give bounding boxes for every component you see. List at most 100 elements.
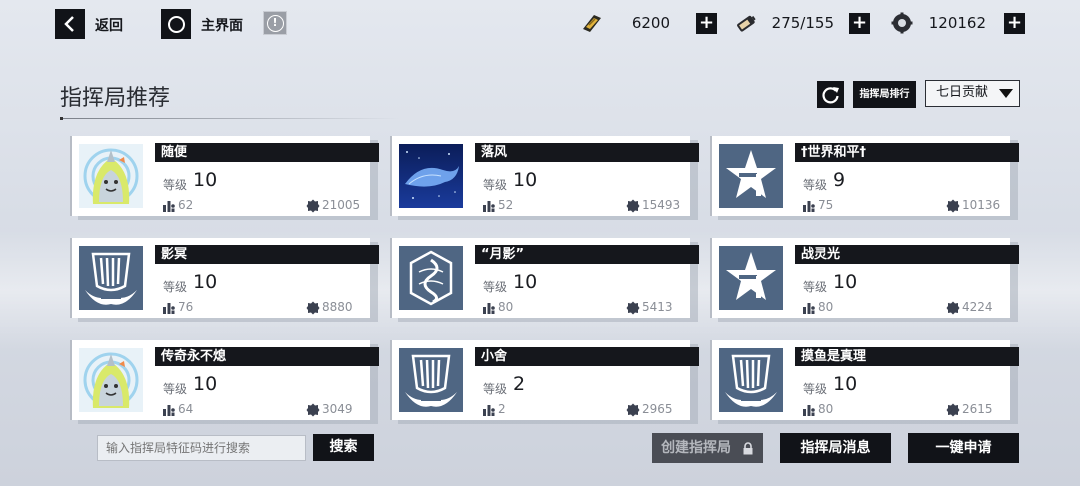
top-bar: 返回 主界面 ! 6200 + 275/155 + 120162 + <box>0 0 1080 50</box>
command-avatar <box>79 144 143 208</box>
parts-value: 120162 <box>928 14 986 32</box>
level-label: 等级 <box>803 178 828 192</box>
command-messages-button[interactable]: 指挥局消息 <box>780 433 891 463</box>
contribution-gear-icon <box>306 198 320 213</box>
create-command-button[interactable]: 创建指挥局 <box>652 433 763 463</box>
command-name: 战灵光 <box>795 245 1019 264</box>
member-count: 80 <box>818 402 834 416</box>
contribution-gear-icon <box>946 198 960 213</box>
command-card[interactable]: 落风 等级 10 52 15493 <box>390 136 699 220</box>
contribution-value: 10136 <box>962 198 1001 212</box>
command-card[interactable]: 影冥 等级 10 76 8880 <box>70 238 379 322</box>
search-button[interactable]: 搜索 <box>313 434 374 461</box>
level-value: 10 <box>513 169 538 191</box>
command-card[interactable]: 传奇永不熄 等级 10 64 3049 <box>70 340 379 424</box>
members-icon <box>162 402 176 416</box>
back-button[interactable] <box>55 9 85 39</box>
command-card[interactable]: “月影” 等级 10 80 5413 <box>390 238 699 322</box>
member-count: 52 <box>498 198 514 212</box>
command-name: 摸鱼是真理 <box>795 347 1019 366</box>
card-body: 摸鱼是真理 等级 10 80 2615 <box>710 340 1019 420</box>
members-icon <box>162 300 176 314</box>
contribution-value: 21005 <box>322 198 361 212</box>
command-avatar <box>719 246 783 310</box>
members-icon <box>482 402 496 416</box>
title-dot <box>60 117 63 120</box>
contribution-value: 15493 <box>642 198 681 212</box>
member-count: 80 <box>818 300 834 314</box>
level-label: 等级 <box>483 382 508 396</box>
command-name: 小舍 <box>475 347 699 366</box>
contribution-value: 8880 <box>322 300 353 314</box>
level-value: 10 <box>193 271 218 293</box>
command-name: †世界和平† <box>795 143 1019 162</box>
sort-selected-label: 七日贡献 <box>936 85 989 100</box>
command-card[interactable]: 摸鱼是真理 等级 10 80 2615 <box>710 340 1019 424</box>
command-avatar <box>79 246 143 310</box>
contribution-gear-icon <box>946 402 960 417</box>
chevron-left-icon <box>64 16 74 32</box>
card-body: 落风 等级 10 52 15493 <box>390 136 699 216</box>
caret-down-icon <box>999 89 1013 98</box>
card-body: 战灵光 等级 10 80 4224 <box>710 238 1019 318</box>
command-card[interactable]: 随便 等级 10 62 21005 <box>70 136 379 220</box>
sort-dropdown[interactable]: 七日贡献 <box>925 80 1020 107</box>
command-card[interactable]: †世界和平† 等级 9 75 10136 <box>710 136 1019 220</box>
search-input[interactable] <box>97 435 306 461</box>
level-label: 等级 <box>803 382 828 396</box>
command-avatar <box>719 348 783 412</box>
level-value: 10 <box>193 373 218 395</box>
add-parts-button[interactable]: + <box>1004 13 1025 34</box>
command-name: 落风 <box>475 143 699 162</box>
members-icon <box>162 198 176 212</box>
back-label[interactable]: 返回 <box>95 15 123 35</box>
refresh-button[interactable] <box>817 81 844 108</box>
command-avatar <box>399 348 463 412</box>
level-value: 9 <box>833 169 846 191</box>
members-icon <box>482 198 496 212</box>
contribution-value: 2965 <box>642 402 673 416</box>
battery-value: 275/155 <box>771 14 834 32</box>
card-body: 影冥 等级 10 76 8880 <box>70 238 379 318</box>
contribution-value: 3049 <box>322 402 353 416</box>
card-body: 小舍 等级 2 2 2965 <box>390 340 699 420</box>
level-value: 2 <box>513 373 526 395</box>
page-title: 指挥局推荐 <box>60 86 171 111</box>
command-name: 影冥 <box>155 245 379 264</box>
command-card[interactable]: 小舍 等级 2 2 2965 <box>390 340 699 424</box>
level-value: 10 <box>513 271 538 293</box>
level-label: 等级 <box>163 382 188 396</box>
contribution-value: 2615 <box>962 402 993 416</box>
member-count: 62 <box>178 198 194 212</box>
members-icon <box>802 402 816 416</box>
home-label[interactable]: 主界面 <box>201 15 243 35</box>
gear-parts-icon <box>891 12 913 34</box>
level-value: 10 <box>833 373 858 395</box>
member-count: 2 <box>498 402 506 416</box>
add-battery-button[interactable]: + <box>849 13 870 34</box>
members-icon <box>802 300 816 314</box>
command-avatar <box>79 348 143 412</box>
exclamation-icon: ! <box>266 14 284 32</box>
member-count: 80 <box>498 300 514 314</box>
title-divider <box>60 118 400 119</box>
member-count: 64 <box>178 402 194 416</box>
ranking-button[interactable]: 指挥局排行 <box>853 81 916 108</box>
battery-icon <box>737 15 756 32</box>
card-body: 随便 等级 10 62 21005 <box>70 136 379 216</box>
add-gold-button[interactable]: + <box>696 13 717 34</box>
command-card[interactable]: 战灵光 等级 10 80 4224 <box>710 238 1019 322</box>
home-circle-icon <box>167 15 185 33</box>
info-button[interactable]: ! <box>263 11 287 35</box>
member-count: 75 <box>818 198 834 212</box>
command-name: 随便 <box>155 143 379 162</box>
level-label: 等级 <box>163 178 188 192</box>
card-body: †世界和平† 等级 9 75 10136 <box>710 136 1019 216</box>
one-click-apply-button[interactable]: 一键申请 <box>908 433 1019 463</box>
gold-value: 6200 <box>631 14 670 32</box>
command-name: “月影” <box>475 245 699 264</box>
card-body: 传奇永不熄 等级 10 64 3049 <box>70 340 379 420</box>
home-button[interactable] <box>161 9 191 39</box>
level-value: 10 <box>833 271 858 293</box>
contribution-value: 4224 <box>962 300 993 314</box>
